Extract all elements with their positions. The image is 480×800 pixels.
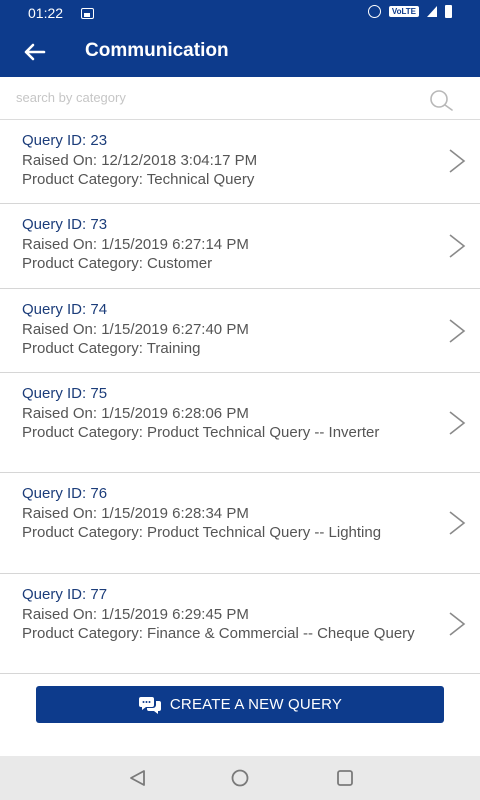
query-id: Query ID: 77 bbox=[22, 586, 108, 603]
chevron-right-icon bbox=[449, 234, 466, 258]
create-query-label: CREATE A NEW QUERY bbox=[169, 696, 343, 713]
status-bar: 01:22 VoLTE bbox=[0, 0, 480, 28]
circle-home-icon[interactable] bbox=[228, 766, 252, 790]
query-raised-on: Raised On: 1/15/2019 6:27:40 PM bbox=[22, 321, 249, 338]
app-bar: Communication bbox=[0, 28, 480, 77]
query-id: Query ID: 74 bbox=[22, 301, 108, 318]
query-item[interactable]: Query ID: 73 Raised On: 1/15/2019 6:27:1… bbox=[0, 204, 480, 289]
create-query-button[interactable]: CREATE A NEW QUERY bbox=[36, 686, 444, 723]
status-time: 01:22 bbox=[28, 5, 64, 21]
query-raised-on: Raised On: 12/12/2018 3:04:17 PM bbox=[22, 152, 258, 169]
query-raised-on: Raised On: 1/15/2019 6:28:34 PM bbox=[22, 505, 249, 522]
query-item[interactable]: Query ID: 74 Raised On: 1/15/2019 6:27:4… bbox=[0, 289, 480, 373]
query-id: Query ID: 73 bbox=[22, 216, 108, 233]
battery-icon bbox=[445, 5, 452, 18]
square-recents-icon[interactable] bbox=[333, 766, 357, 790]
signal-icon bbox=[427, 6, 437, 17]
query-item[interactable]: Query ID: 76 Raised On: 1/15/2019 6:28:3… bbox=[0, 473, 480, 574]
gallery-icon bbox=[81, 8, 94, 19]
query-item[interactable]: Query ID: 75 Raised On: 1/15/2019 6:28:0… bbox=[0, 373, 480, 473]
query-category: Product Category: Product Technical Quer… bbox=[22, 524, 382, 541]
chevron-right-icon bbox=[449, 511, 466, 535]
query-item[interactable]: Query ID: 77 Raised On: 1/15/2019 6:29:4… bbox=[0, 574, 480, 674]
chat-bubbles-icon bbox=[138, 696, 161, 714]
arrow-left-icon bbox=[24, 43, 46, 61]
back-button[interactable] bbox=[16, 36, 50, 68]
query-category: Product Category: Customer bbox=[22, 255, 213, 272]
search-input[interactable] bbox=[14, 85, 408, 109]
chevron-right-icon bbox=[449, 149, 466, 173]
status-indicators: VoLTE bbox=[367, 5, 452, 18]
query-category: Product Category: Finance & Commercial -… bbox=[22, 625, 415, 642]
search-icon[interactable] bbox=[428, 88, 454, 114]
query-id: Query ID: 75 bbox=[22, 385, 108, 402]
query-list: Query ID: 23 Raised On: 12/12/2018 3:04:… bbox=[0, 120, 480, 674]
system-nav-bar bbox=[0, 756, 480, 800]
search-bar bbox=[0, 77, 480, 120]
alarm-icon bbox=[367, 5, 381, 18]
query-raised-on: Raised On: 1/15/2019 6:29:45 PM bbox=[22, 606, 249, 623]
triangle-back-icon[interactable] bbox=[126, 766, 150, 790]
query-category: Product Category: Product Technical Quer… bbox=[22, 424, 380, 441]
page-title: Communication bbox=[85, 40, 229, 61]
query-item[interactable]: Query ID: 23 Raised On: 12/12/2018 3:04:… bbox=[0, 120, 480, 204]
query-category: Product Category: Technical Query bbox=[22, 171, 255, 188]
query-raised-on: Raised On: 1/15/2019 6:27:14 PM bbox=[22, 236, 249, 253]
query-raised-on: Raised On: 1/15/2019 6:28:06 PM bbox=[22, 405, 249, 422]
volte-badge: VoLTE bbox=[388, 6, 419, 17]
query-category: Product Category: Training bbox=[22, 340, 201, 357]
query-id: Query ID: 76 bbox=[22, 485, 108, 502]
chevron-right-icon bbox=[449, 411, 466, 435]
query-id: Query ID: 23 bbox=[22, 132, 108, 149]
chevron-right-icon bbox=[449, 612, 466, 636]
chevron-right-icon bbox=[449, 319, 466, 343]
